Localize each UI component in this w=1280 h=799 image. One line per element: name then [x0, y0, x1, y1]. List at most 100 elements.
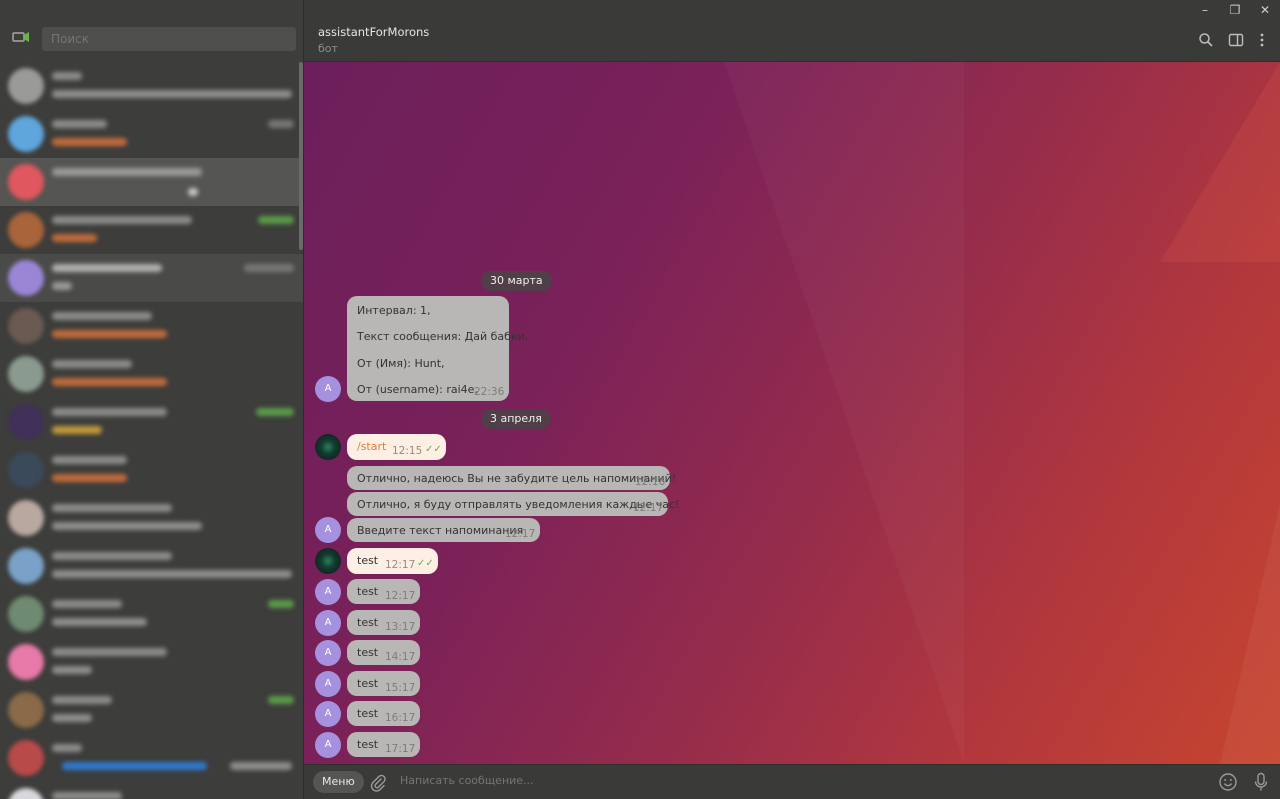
user-avatar[interactable]: [315, 434, 341, 460]
message-bubble[interactable]: test 15:17: [347, 671, 420, 696]
wallpaper-shape: [724, 62, 964, 762]
paperclip-icon[interactable]: [370, 774, 386, 792]
chat-list-item[interactable]: [0, 62, 303, 110]
wallpaper-shape: [1220, 504, 1280, 764]
avatar: [8, 500, 44, 536]
sidebar-scrollbar[interactable]: [299, 62, 303, 250]
message-history[interactable]: 30 марта Интервал: 1, Текст сообщения: Д…: [304, 62, 1280, 764]
chat-list-item[interactable]: [0, 494, 303, 542]
search-icon[interactable]: [1198, 32, 1214, 48]
avatar: [8, 548, 44, 584]
read-checkmarks-icon: ✓✓: [417, 558, 434, 569]
avatar: [8, 308, 44, 344]
bot-avatar[interactable]: A: [315, 732, 341, 758]
chat-list-item[interactable]: [0, 638, 303, 686]
bot-avatar[interactable]: A: [315, 376, 341, 402]
message-bubble-outgoing[interactable]: /start 12:15 ✓✓: [347, 434, 446, 460]
message-time: 14:17: [385, 651, 416, 663]
avatar: [8, 452, 44, 488]
window-controls: – ❐ ✕: [1190, 0, 1280, 20]
message-time: 12:17: [385, 559, 416, 571]
message-bubble[interactable]: Отлично, я буду отправлять уведомления к…: [347, 492, 679, 516]
menu-icon[interactable]: [12, 30, 30, 44]
chat-list-item[interactable]: [0, 734, 303, 782]
chat-list-item[interactable]: [0, 206, 303, 254]
chat-list-item[interactable]: [0, 302, 303, 350]
read-checkmarks-icon: ✓✓: [425, 444, 442, 455]
chat-list-item[interactable]: [0, 350, 303, 398]
message-bubble[interactable]: test 14:17: [347, 640, 420, 665]
close-button[interactable]: ✕: [1250, 0, 1280, 20]
message-bubble[interactable]: Интервал: 1, Текст сообщения: Дай бабки,…: [347, 296, 528, 401]
message-time: 22:36: [474, 386, 505, 398]
message-text: От (username): rai4e,: [357, 383, 478, 396]
bot-menu-button[interactable]: Меню: [313, 771, 364, 793]
message-text: Текст сообщения: Дай бабки,: [357, 330, 529, 343]
search-input[interactable]: [42, 27, 296, 51]
message-bubble[interactable]: Введите текст напоминания 12:17: [347, 518, 540, 542]
more-options-icon[interactable]: [1254, 32, 1270, 48]
restore-button[interactable]: ❐: [1220, 0, 1250, 20]
message-text: test: [357, 707, 379, 720]
chat-list-item[interactable]: [0, 398, 303, 446]
avatar: [8, 404, 44, 440]
chat-sidebar: [0, 0, 304, 799]
sidebar-header: [0, 0, 303, 62]
message-time: 13:17: [385, 621, 416, 633]
message-bubble[interactable]: test 12:17: [347, 579, 420, 604]
bot-avatar[interactable]: A: [315, 640, 341, 666]
user-avatar[interactable]: [315, 548, 341, 574]
chat-list-item[interactable]: [0, 158, 303, 206]
chat-list-item[interactable]: [0, 686, 303, 734]
message-text: test: [357, 738, 379, 751]
chat-title[interactable]: assistantForMorons: [318, 25, 429, 39]
message-time: 15:17: [385, 682, 416, 694]
message-time: 17:17: [385, 743, 416, 755]
message-time: 16:17: [385, 712, 416, 724]
avatar: [8, 116, 44, 152]
chat-list-item[interactable]: [0, 590, 303, 638]
minimize-button[interactable]: –: [1190, 0, 1220, 20]
avatar: [8, 596, 44, 632]
wallpaper-shape: [1160, 62, 1280, 262]
message-bubble[interactable]: test 17:17: [347, 732, 420, 757]
bot-avatar[interactable]: A: [315, 517, 341, 543]
avatar: [8, 164, 44, 200]
message-text: Введите текст напоминания: [357, 524, 524, 537]
message-bubble[interactable]: Отлично, надеюсь Вы не забудите цель нап…: [347, 466, 676, 490]
avatar: [8, 644, 44, 680]
message-time: 12:17: [633, 502, 664, 514]
message-time: 12:15: [392, 445, 423, 457]
avatar: [8, 692, 44, 728]
bot-command-link[interactable]: /start: [357, 440, 386, 453]
bot-avatar[interactable]: A: [315, 610, 341, 636]
chat-header: – ❐ ✕ assistantForMorons бот: [304, 0, 1280, 62]
avatar: [8, 356, 44, 392]
message-text: От (Имя): Hunt,: [357, 357, 445, 370]
message-text: test: [357, 585, 379, 598]
avatar: [8, 788, 44, 799]
avatar: [8, 212, 44, 248]
chat-list-item[interactable]: [0, 782, 303, 799]
message-bubble-outgoing[interactable]: test 12:17 ✓✓: [347, 548, 438, 574]
avatar: [8, 740, 44, 776]
chat-list-item[interactable]: [0, 110, 303, 158]
bot-avatar[interactable]: A: [315, 579, 341, 605]
message-bubble[interactable]: test 16:17: [347, 701, 420, 726]
bot-avatar[interactable]: A: [315, 701, 341, 727]
chat-list: [0, 62, 303, 799]
microphone-icon[interactable]: [1254, 772, 1268, 792]
date-separator: 3 апреля: [481, 409, 551, 429]
message-input[interactable]: [400, 774, 1100, 787]
emoji-icon[interactable]: [1218, 772, 1238, 792]
message-bubble[interactable]: test 13:17: [347, 610, 420, 635]
message-time: 12:17: [505, 528, 536, 540]
sidebar-toggle-icon[interactable]: [1228, 32, 1244, 48]
chat-list-item[interactable]: [0, 254, 303, 302]
chat-list-item[interactable]: [0, 446, 303, 494]
message-text: Отлично, надеюсь Вы не забудите цель нап…: [357, 472, 677, 485]
chat-list-item[interactable]: [0, 542, 303, 590]
chat-status: бот: [318, 42, 338, 55]
bot-avatar[interactable]: A: [315, 671, 341, 697]
date-separator: 30 марта: [481, 271, 552, 291]
